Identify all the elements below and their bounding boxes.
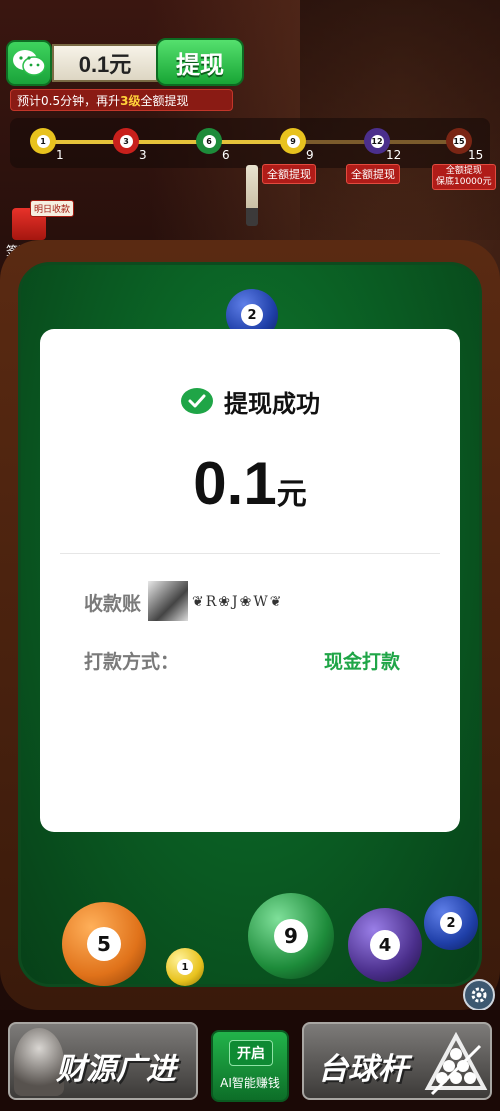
ai-open-label: 开启 — [229, 1040, 273, 1066]
payee-label: 收款账 — [84, 593, 142, 615]
milestone-ball-number: 3 — [119, 134, 133, 148]
milestone-label: 9 — [306, 148, 314, 162]
divider — [60, 553, 440, 554]
ai-earn-button[interactable]: 开启 AI智能赚钱 — [211, 1030, 289, 1102]
milestone-tag: 全额提现 保底10000元 — [432, 164, 496, 190]
milestone-tag: 全额提现 — [262, 164, 316, 184]
ball-number: 2 — [440, 912, 462, 934]
tip-suffix: 全额提现 — [140, 93, 189, 108]
milestone-tag-line1: 全额提现 — [445, 166, 482, 176]
milestone-ball-1: 1 — [30, 128, 56, 154]
progress-track-filled — [42, 140, 292, 144]
milestone-ball-number: 6 — [202, 134, 216, 148]
amount-unit: 元 — [276, 478, 307, 511]
wechat-icon[interactable] — [6, 40, 52, 86]
milestone-ball-number: 15 — [452, 134, 466, 148]
milestone-ball-number: 12 — [370, 134, 384, 148]
signin-tag: 明日收款 — [30, 200, 75, 217]
success-header: 提现成功 — [40, 384, 460, 419]
milestone-tag: 全额提现 — [346, 164, 400, 184]
table-ball[interactable]: 2 — [424, 896, 478, 950]
milestone-label: 3 — [139, 148, 147, 162]
wealth-label: 财源广进 — [56, 1052, 176, 1087]
cue-label: 台球杆 — [318, 1052, 408, 1087]
cue-tip — [246, 208, 258, 226]
milestone-label: 12 — [386, 148, 402, 162]
payee-name: ❦R❀J❀W❦ — [192, 594, 284, 610]
level-tip: 预计0.5分钟，再升 3级 全额提现 — [10, 89, 233, 111]
table-ball[interactable]: 1 — [166, 948, 204, 986]
ball-number: 1 — [177, 959, 193, 975]
withdraw-amount: 0.1元 — [40, 449, 460, 518]
milestone-ball-3: 3 — [113, 128, 139, 154]
wealth-button[interactable]: 财源广进 — [8, 1022, 198, 1100]
milestone-tag-line2: 保底10000元 — [436, 177, 492, 187]
ball-number: 5 — [87, 927, 121, 961]
table-ball[interactable]: 5 — [62, 902, 146, 986]
success-title: 提现成功 — [224, 390, 320, 418]
gear-icon[interactable] — [463, 979, 495, 1011]
milestone-label: 15 — [468, 148, 484, 162]
avatar — [148, 581, 188, 621]
ball-number: 2 — [241, 304, 263, 326]
balance-display: 0.1元 — [52, 44, 158, 82]
ai-label: AI智能赚钱 — [220, 1076, 280, 1090]
tip-prefix: 预计0.5分钟，再升 — [17, 93, 121, 108]
ball-rack-icon — [424, 1032, 488, 1096]
milestone-ball-number: 9 — [286, 134, 300, 148]
amount-value: 0.1 — [193, 450, 277, 517]
method-label: 打款方式： — [84, 651, 180, 673]
method-value: 现金打款 — [324, 651, 401, 673]
milestone-label: 1 — [56, 148, 64, 162]
tip-highlight: 3级 — [120, 93, 141, 108]
check-circle-icon — [181, 387, 213, 414]
withdraw-success-dialog: 提现成功 0.1元 收款账 ❦R❀J❀W❦ 打款方式： 现金打款 — [40, 329, 460, 832]
ball-number: 4 — [370, 930, 400, 960]
withdraw-button[interactable]: 提现 — [156, 38, 244, 86]
milestone-label: 6 — [222, 148, 230, 162]
table-ball[interactable]: 4 — [348, 908, 422, 982]
cue-shop-button[interactable]: 台球杆 — [302, 1022, 492, 1100]
milestone-ball-6: 6 — [196, 128, 222, 154]
milestone-ball-9: 9 — [280, 128, 306, 154]
ball-number: 9 — [274, 919, 308, 953]
milestone-ball-number: 1 — [36, 134, 50, 148]
table-ball[interactable]: 9 — [248, 893, 334, 979]
